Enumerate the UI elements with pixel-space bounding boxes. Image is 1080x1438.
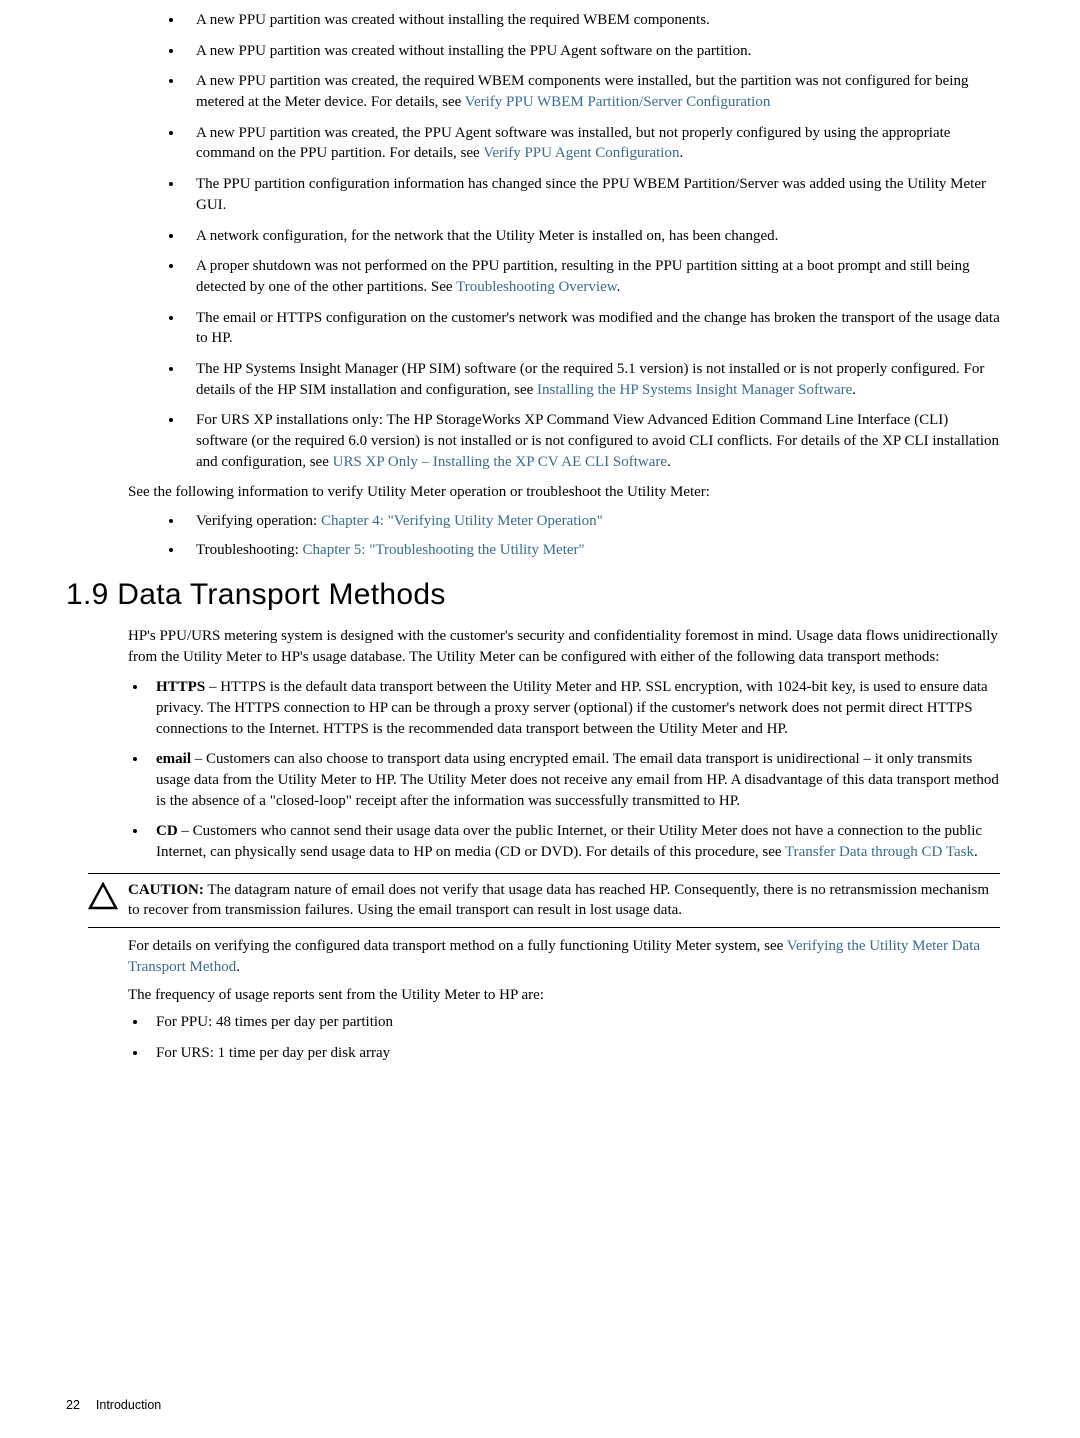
list-text: . — [852, 382, 856, 398]
link-verify-ppu-agent[interactable]: Verify PPU Agent Configuration — [483, 145, 679, 161]
list-item: The PPU partition configuration informat… — [184, 174, 1000, 215]
caution-text: The datagram nature of email does not ve… — [128, 882, 989, 919]
list-item: HTTPS – HTTPS is the default data transp… — [148, 677, 1000, 739]
list-item: A new PPU partition was created, the req… — [184, 71, 1000, 112]
list-item: A new PPU partition was created without … — [184, 10, 1000, 31]
see-also-list: Verifying operation: Chapter 4: "Verifyi… — [128, 511, 1000, 560]
link-verify-ppu-wbem[interactable]: Verify PPU WBEM Partition/Server Configu… — [465, 94, 771, 110]
list-text: For PPU: 48 times per day per partition — [156, 1014, 393, 1030]
list-item: For URS XP installations only: The HP St… — [184, 410, 1000, 472]
frequency-list: For PPU: 48 times per day per partition … — [128, 1012, 1000, 1063]
link-urs-xp-cli[interactable]: URS XP Only – Installing the XP CV AE CL… — [333, 454, 667, 470]
https-text: – HTTPS is the default data transport be… — [156, 679, 988, 736]
intro-paragraph: See the following information to verify … — [128, 482, 1000, 503]
caution-block: CAUTION: The datagram nature of email do… — [88, 873, 1000, 928]
list-item: A proper shutdown was not performed on t… — [184, 256, 1000, 297]
cd-label: CD — [156, 823, 178, 839]
cd-text: . — [974, 844, 978, 860]
after-p1-text: For details on verifying the configured … — [128, 938, 787, 954]
section-heading: 1.9 Data Transport Methods — [66, 574, 1000, 615]
list-text: The PPU partition configuration informat… — [196, 176, 986, 213]
list-item: Troubleshooting: Chapter 5: "Troubleshoo… — [184, 540, 1000, 561]
causes-list: A new PPU partition was created without … — [128, 10, 1000, 472]
list-item: CD – Customers who cannot send their usa… — [148, 821, 1000, 862]
list-item: For PPU: 48 times per day per partition — [148, 1012, 1000, 1033]
list-text: A new PPU partition was created without … — [196, 43, 751, 59]
caution-label: CAUTION: — [128, 882, 204, 898]
page-number: 22 — [66, 1398, 80, 1412]
page-footer: 22 Introduction — [66, 1398, 161, 1412]
transport-methods-list: HTTPS – HTTPS is the default data transp… — [128, 677, 1000, 863]
list-text: For URS: 1 time per day per disk array — [156, 1045, 390, 1061]
link-chapter-5[interactable]: Chapter 5: "Troubleshooting the Utility … — [303, 542, 585, 558]
list-text: Troubleshooting: — [196, 542, 303, 558]
list-text: A network configuration, for the network… — [196, 228, 778, 244]
caution-icon — [88, 882, 118, 910]
link-install-hp-sim[interactable]: Installing the HP Systems Insight Manage… — [537, 382, 852, 398]
list-item: A new PPU partition was created, the PPU… — [184, 123, 1000, 164]
list-item: The HP Systems Insight Manager (HP SIM) … — [184, 359, 1000, 400]
list-item: The email or HTTPS configuration on the … — [184, 308, 1000, 349]
https-label: HTTPS — [156, 679, 205, 695]
after-p2: The frequency of usage reports sent from… — [128, 985, 1000, 1006]
link-cd-task[interactable]: Transfer Data through CD Task — [785, 844, 974, 860]
list-item: email – Customers can also choose to tra… — [148, 749, 1000, 811]
link-troubleshooting-overview[interactable]: Troubleshooting Overview — [456, 279, 617, 295]
list-item: A network configuration, for the network… — [184, 226, 1000, 247]
list-text: Verifying operation: — [196, 513, 321, 529]
list-text: . — [679, 145, 683, 161]
email-label: email — [156, 751, 191, 767]
email-text: – Customers can also choose to transport… — [156, 751, 999, 808]
footer-label: Introduction — [96, 1398, 161, 1412]
list-item: Verifying operation: Chapter 4: "Verifyi… — [184, 511, 1000, 532]
list-text: . — [667, 454, 671, 470]
list-item: For URS: 1 time per day per disk array — [148, 1043, 1000, 1064]
list-text: . — [617, 279, 621, 295]
list-text: The email or HTTPS configuration on the … — [196, 310, 1000, 347]
list-item: A new PPU partition was created without … — [184, 41, 1000, 62]
after-p1-text: . — [236, 959, 240, 975]
link-chapter-4[interactable]: Chapter 4: "Verifying Utility Meter Oper… — [321, 513, 603, 529]
list-text: A new PPU partition was created without … — [196, 12, 710, 28]
after-p1: For details on verifying the configured … — [128, 936, 1000, 977]
section-body: HP's PPU/URS metering system is designed… — [128, 626, 1000, 667]
